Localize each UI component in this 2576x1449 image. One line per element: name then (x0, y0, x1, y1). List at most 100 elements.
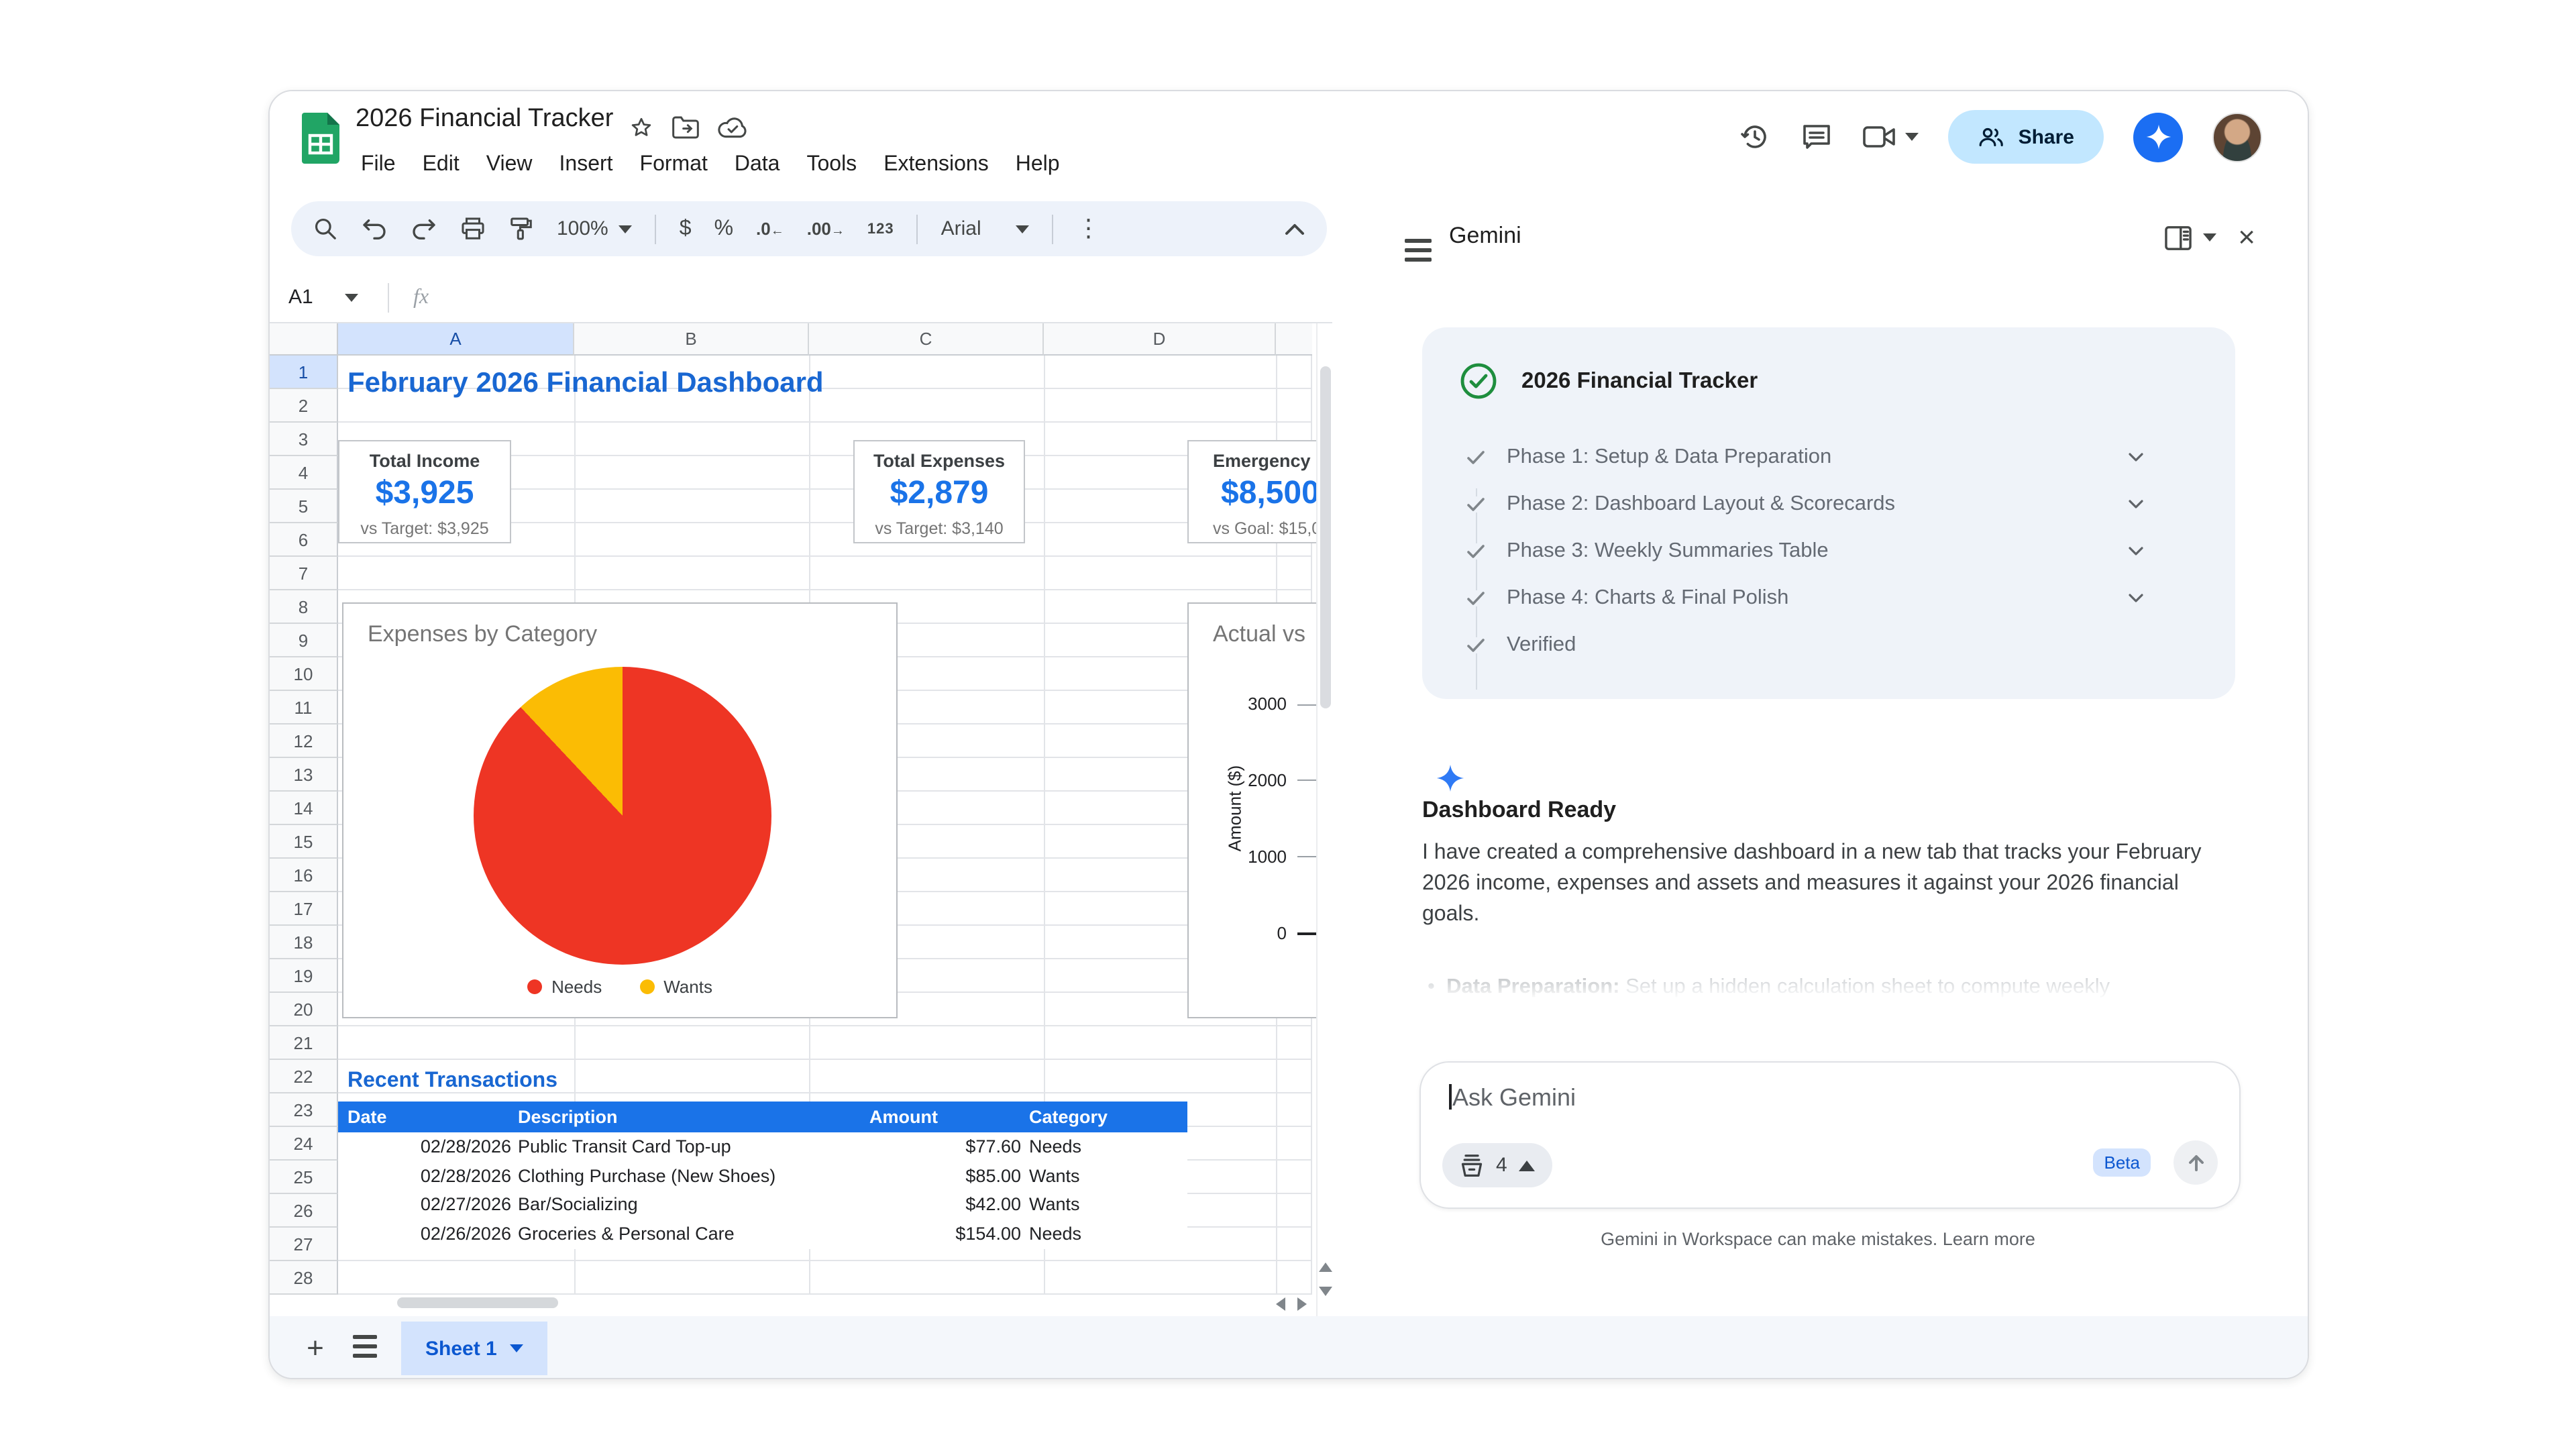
chevron-down-icon[interactable] (2128, 546, 2144, 557)
row-header[interactable]: 21 (270, 1026, 338, 1060)
sources-chip[interactable]: 4 (1442, 1143, 1553, 1187)
row-header[interactable]: 7 (270, 557, 338, 590)
comments-icon[interactable] (1801, 121, 1833, 153)
scroll-up-icon[interactable] (1319, 1263, 1332, 1272)
format-currency-button[interactable]: $ (680, 217, 692, 241)
share-button[interactable]: Share (1949, 110, 2104, 164)
user-avatar[interactable] (2212, 112, 2262, 162)
send-button[interactable] (2174, 1140, 2218, 1185)
column-header[interactable]: C (809, 323, 1044, 356)
column-header[interactable] (1276, 323, 1312, 356)
checklist-item[interactable]: Phase 1: Setup & Data Preparation (1460, 443, 2198, 472)
ask-gemini-input[interactable]: Ask Gemini 4 Beta (1419, 1061, 2241, 1209)
zoom-select[interactable]: 100% (557, 217, 633, 240)
gemini-button[interactable] (2133, 112, 2183, 162)
row-headers[interactable]: 1234567891011121314151617181920212223242… (270, 356, 338, 1295)
row-header[interactable]: 4 (270, 456, 338, 490)
row-header[interactable]: 1 (270, 356, 338, 389)
row-header[interactable]: 5 (270, 490, 338, 523)
menu-item[interactable]: Help (1002, 148, 1073, 182)
row-header[interactable]: 28 (270, 1261, 338, 1295)
meet-dropdown-caret[interactable] (1906, 133, 1919, 141)
menu-icon[interactable] (1405, 239, 1432, 267)
pie-chart-expenses-by-category[interactable]: Expenses by Category Needs Wants (342, 602, 898, 1018)
row-header[interactable]: 11 (270, 691, 338, 724)
row-header[interactable]: 9 (270, 624, 338, 657)
version-history-icon[interactable] (1739, 121, 1772, 153)
column-header[interactable]: D (1044, 323, 1276, 356)
move-to-folder-icon[interactable] (672, 115, 699, 140)
row-header[interactable]: 23 (270, 1093, 338, 1127)
chevron-down-icon[interactable] (2128, 499, 2144, 510)
spreadsheet-grid[interactable]: February 2026 Financial Dashboard Total … (270, 323, 1332, 1316)
row-header[interactable]: 27 (270, 1228, 338, 1261)
menu-item[interactable]: File (347, 148, 409, 182)
sheet-tab-menu-caret[interactable] (511, 1344, 524, 1352)
cloud-saved-icon[interactable] (718, 116, 747, 139)
all-sheets-icon[interactable] (353, 1334, 377, 1362)
document-title[interactable]: 2026 Financial Tracker (356, 105, 613, 134)
column-header[interactable]: B (574, 323, 809, 356)
checklist-item[interactable]: Phase 4: Charts & Final Polish (1460, 584, 2198, 613)
menu-item[interactable]: Edit (409, 148, 473, 182)
scroll-down-icon[interactable] (1319, 1287, 1332, 1296)
row-header[interactable]: 20 (270, 993, 338, 1026)
table-row[interactable]: 02/28/2026 Clothing Purchase (New Shoes)… (338, 1161, 1187, 1190)
menu-item[interactable]: Tools (793, 148, 870, 182)
chevron-down-icon[interactable] (2128, 452, 2144, 463)
select-all-corner[interactable] (270, 323, 338, 356)
increase-decimal-button[interactable]: .00→ (807, 219, 845, 239)
meet-video-icon[interactable] (1863, 122, 1898, 152)
column-header[interactable]: A (338, 323, 574, 356)
horizontal-scrollbar-thumb[interactable] (397, 1297, 558, 1308)
name-box-caret[interactable] (345, 293, 358, 301)
format-percent-button[interactable]: % (714, 217, 733, 241)
row-header[interactable]: 16 (270, 859, 338, 892)
number-format-button[interactable]: 123 (867, 221, 894, 237)
more-options-icon[interactable]: ⋮ (1077, 215, 1101, 243)
row-header[interactable]: 2 (270, 389, 338, 423)
menu-item[interactable]: Data (721, 148, 794, 182)
redo-icon[interactable] (411, 217, 437, 241)
row-header[interactable]: 14 (270, 792, 338, 825)
add-sheet-button[interactable]: + (297, 1331, 334, 1366)
checklist-item[interactable]: Phase 2: Dashboard Layout & Scorecards (1460, 490, 2198, 519)
menu-item[interactable]: Format (627, 148, 721, 182)
column-chart-actual-vs[interactable]: Actual vs Amount ($) 3000200010000 (1187, 602, 1332, 1018)
google-sheets-logo-icon[interactable] (302, 113, 339, 164)
collapse-toolbar-icon[interactable] (1284, 222, 1305, 235)
close-icon[interactable]: × (2238, 223, 2255, 252)
row-header[interactable]: 25 (270, 1161, 338, 1194)
paint-format-icon[interactable] (508, 216, 534, 241)
checklist-item[interactable]: Verified (1460, 631, 2198, 660)
table-row[interactable]: 02/26/2026 Groceries & Personal Care $15… (338, 1219, 1187, 1248)
row-header[interactable]: 26 (270, 1194, 338, 1228)
menu-item[interactable]: Insert (546, 148, 627, 182)
row-header[interactable]: 13 (270, 758, 338, 792)
vertical-scrollbar[interactable] (1316, 323, 1332, 1316)
sheet-tab-active[interactable]: Sheet 1 (401, 1322, 548, 1375)
row-header[interactable]: 6 (270, 523, 338, 557)
table-row[interactable]: 02/28/2026 Public Transit Card Top-up $7… (338, 1132, 1187, 1161)
row-header[interactable]: 15 (270, 825, 338, 859)
menu-item[interactable]: View (473, 148, 546, 182)
checklist-item[interactable]: Phase 3: Weekly Summaries Table (1460, 537, 2198, 566)
row-header[interactable]: 3 (270, 423, 338, 456)
vertical-scrollbar-thumb[interactable] (1320, 366, 1331, 708)
column-headers[interactable]: ABCD (338, 323, 1312, 356)
row-header[interactable]: 12 (270, 724, 338, 758)
print-icon[interactable] (460, 216, 486, 241)
star-icon[interactable] (629, 115, 653, 140)
scroll-right-icon[interactable] (1297, 1297, 1307, 1311)
row-header[interactable]: 8 (270, 590, 338, 624)
row-header[interactable]: 19 (270, 959, 338, 993)
panel-layout-caret[interactable] (2203, 233, 2216, 241)
row-header[interactable]: 22 (270, 1060, 338, 1093)
search-icon[interactable] (313, 216, 338, 241)
table-row[interactable]: 02/27/2026 Bar/Socializing $42.00 Wants (338, 1190, 1187, 1219)
font-select[interactable]: Arial (941, 217, 1030, 240)
row-header[interactable]: 18 (270, 926, 338, 959)
row-header[interactable]: 17 (270, 892, 338, 926)
decrease-decimal-button[interactable]: .0← (756, 219, 784, 239)
panel-layout-icon[interactable] (2164, 225, 2192, 250)
